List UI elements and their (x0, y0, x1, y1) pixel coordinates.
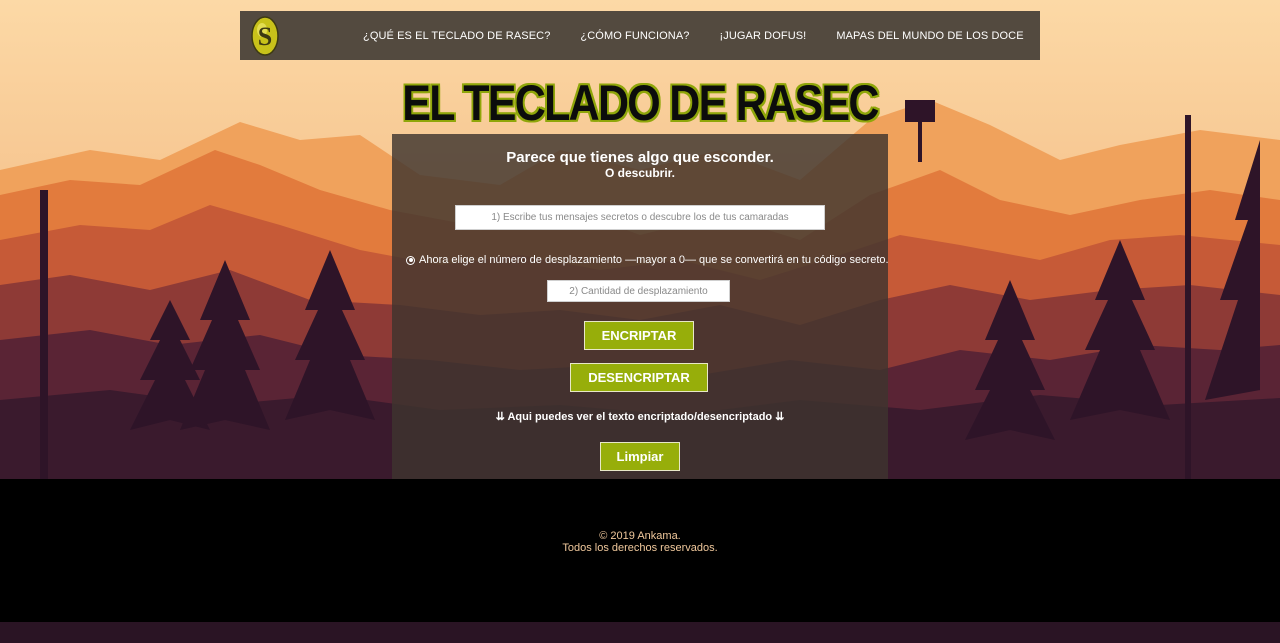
nav-link-como-funciona[interactable]: ¿CÓMO FUNCIONA? (580, 30, 689, 42)
panel-subheadline: O descubrir. (604, 166, 676, 180)
footer-copyright: © 2019 Ankama. (599, 530, 681, 542)
clear-button[interactable]: Limpiar (600, 442, 680, 471)
decrypt-button[interactable]: DESENCRIPTAR (570, 363, 708, 392)
radio-button[interactable] (406, 255, 415, 265)
dofus-s-emblem-icon[interactable]: S (250, 15, 280, 57)
result-hint: ⇊ Aqui puedes ver el texto encriptado/de… (495, 411, 785, 423)
nav-link-jugar-dofus[interactable]: ¡JUGAR DOFUS! (719, 30, 806, 42)
nav-link-mapas[interactable]: MAPAS DEL MUNDO DE LOS DOCE (836, 30, 1023, 42)
page-title: EL TECLADO DE RASEC (402, 75, 879, 131)
secret-message-input[interactable] (455, 205, 825, 230)
shift-amount-input[interactable] (547, 280, 730, 302)
footer: © 2019 Ankama. Todos los derechos reserv… (0, 479, 1280, 622)
nav-links: ¿QUÉ ES EL TECLADO DE RASEC? ¿CÓMO FUNCI… (363, 11, 1054, 60)
cipher-panel: Parece que tienes algo que esconder. O d… (392, 134, 889, 479)
nav-link-que-es[interactable]: ¿QUÉ ES EL TECLADO DE RASEC? (363, 30, 550, 42)
panel-headline: Parece que tienes algo que esconder. (506, 149, 774, 166)
bottom-strip (0, 622, 1280, 643)
radio-label: Ahora elige el número de desplazamiento … (419, 254, 889, 266)
top-navbar: S ¿QUÉ ES EL TECLADO DE RASEC? ¿CÓMO FUN… (240, 11, 1040, 60)
svg-text:S: S (258, 22, 272, 51)
encrypt-button[interactable]: ENCRIPTAR (584, 321, 694, 350)
shift-radio-option[interactable]: Ahora elige el número de desplazamiento … (406, 254, 889, 266)
footer-rights: Todos los derechos reservados. (562, 542, 718, 554)
